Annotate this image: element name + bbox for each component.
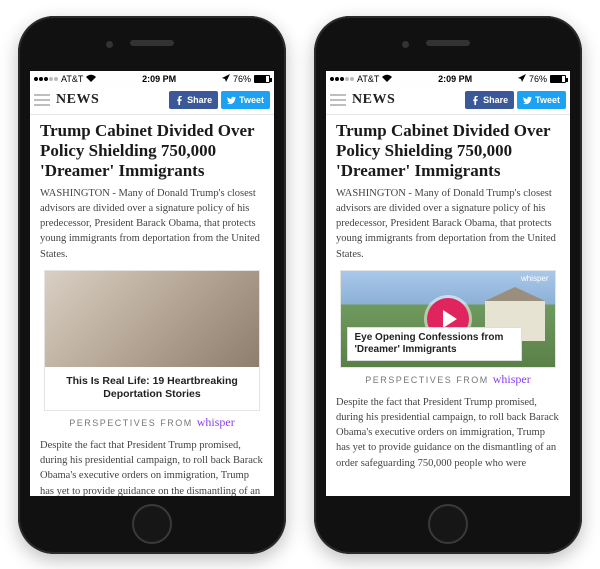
camera-dot (106, 41, 113, 48)
promo-image (45, 271, 258, 367)
app-bar: NEWS Share Tweet (326, 87, 570, 115)
perspectives-attribution: PERSPECTIVES FROM whisper (336, 372, 560, 387)
article-headline: Trump Cabinet Divided Over Policy Shield… (336, 121, 560, 181)
promo-card[interactable]: This Is Real Life: 19 Heartbreaking Depo… (44, 270, 259, 411)
status-right: 76% (222, 74, 270, 84)
perspectives-prefix: PERSPECTIVES FROM (365, 375, 489, 385)
promo-video-card[interactable]: whisper Eye Opening Confessions from 'Dr… (340, 270, 555, 368)
twitter-icon (227, 96, 236, 105)
wifi-icon (382, 74, 392, 84)
article-body-text: Despite the fact that President Trump pr… (40, 438, 264, 495)
status-left: AT&T (330, 74, 392, 84)
whisper-brand: whisper (493, 372, 531, 386)
location-icon (222, 74, 230, 84)
article-body: Trump Cabinet Divided Over Policy Shield… (30, 115, 274, 496)
article-body: Trump Cabinet Divided Over Policy Shield… (326, 115, 570, 496)
article-body-text: Despite the fact that President Trump pr… (336, 395, 560, 471)
battery-icon (254, 75, 270, 83)
signal-dots-icon (34, 77, 58, 81)
hamburger-icon[interactable] (34, 94, 50, 106)
video-brand-tag: whisper (521, 274, 549, 283)
phone-right: AT&T 2:09 PM 76% NEWS (314, 16, 582, 554)
screen-right: AT&T 2:09 PM 76% NEWS (326, 71, 570, 496)
appbar-right: Share Tweet (169, 91, 270, 109)
video-overlay-title: Eye Opening Confessions from 'Dreamer' I… (347, 327, 522, 361)
phone-left: AT&T 2:09 PM 76% NEWS (18, 16, 286, 554)
section-title: NEWS (352, 92, 395, 108)
article-lede: WASHINGTON - Many of Donald Trump's clos… (336, 186, 560, 262)
tweet-label: Tweet (535, 95, 560, 105)
article-headline: Trump Cabinet Divided Over Policy Shield… (40, 121, 264, 181)
whisper-brand: whisper (197, 415, 235, 429)
carrier-label: AT&T (61, 74, 83, 84)
screen-left: AT&T 2:09 PM 76% NEWS (30, 71, 274, 496)
signal-dots-icon (330, 77, 354, 81)
promo-video-thumbnail: whisper Eye Opening Confessions from 'Dr… (341, 271, 554, 367)
tweet-label: Tweet (239, 95, 264, 105)
promo-caption: This Is Real Life: 19 Heartbreaking Depo… (45, 367, 258, 410)
speaker-slot (426, 40, 470, 46)
twitter-tweet-button[interactable]: Tweet (221, 91, 270, 109)
hamburger-icon[interactable] (330, 94, 346, 106)
appbar-right: Share Tweet (465, 91, 566, 109)
facebook-icon (175, 96, 184, 105)
share-label: Share (187, 95, 212, 105)
article-lede: WASHINGTON - Many of Donald Trump's clos… (40, 186, 264, 262)
comparison-stage: AT&T 2:09 PM 76% NEWS (0, 0, 600, 569)
twitter-icon (523, 96, 532, 105)
twitter-tweet-button[interactable]: Tweet (517, 91, 566, 109)
appbar-left: NEWS (34, 92, 99, 108)
share-label: Share (483, 95, 508, 105)
wifi-icon (86, 74, 96, 84)
app-bar: NEWS Share Tweet (30, 87, 274, 115)
section-title: NEWS (56, 92, 99, 108)
facebook-share-button[interactable]: Share (465, 91, 514, 109)
camera-dot (402, 41, 409, 48)
speaker-slot (130, 40, 174, 46)
battery-icon (550, 75, 566, 83)
status-right: 76% (518, 74, 566, 84)
appbar-left: NEWS (330, 92, 395, 108)
clock-label: 2:09 PM (142, 74, 176, 84)
facebook-icon (471, 96, 480, 105)
location-icon (518, 74, 526, 84)
status-left: AT&T (34, 74, 96, 84)
home-button[interactable] (428, 504, 468, 544)
status-bar: AT&T 2:09 PM 76% (30, 71, 274, 87)
carrier-label: AT&T (357, 74, 379, 84)
battery-pct: 76% (233, 74, 251, 84)
perspectives-prefix: PERSPECTIVES FROM (69, 418, 193, 428)
home-button[interactable] (132, 504, 172, 544)
facebook-share-button[interactable]: Share (169, 91, 218, 109)
battery-pct: 76% (529, 74, 547, 84)
clock-label: 2:09 PM (438, 74, 472, 84)
perspectives-attribution: PERSPECTIVES FROM whisper (40, 415, 264, 430)
status-bar: AT&T 2:09 PM 76% (326, 71, 570, 87)
